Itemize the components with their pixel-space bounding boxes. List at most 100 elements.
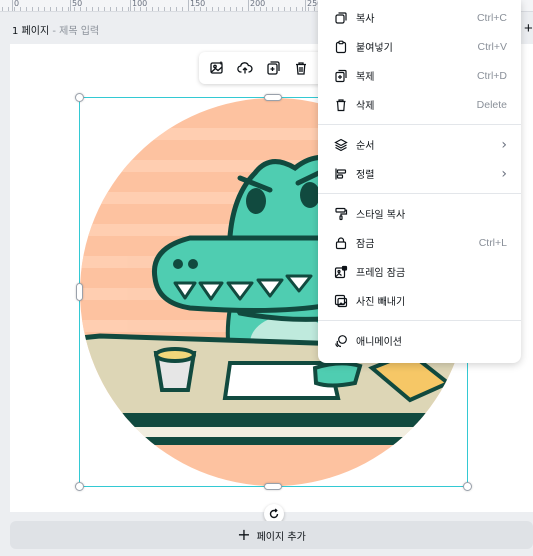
menu-item-align[interactable]: 정렬 › — [318, 159, 521, 188]
add-icon[interactable]: + — [524, 20, 533, 37]
menu-item-label: 프레임 잠금 — [356, 268, 406, 279]
ruler-label: 150 — [190, 0, 206, 8]
ruler-minor-tick — [242, 7, 243, 11]
ruler-major-tick — [70, 0, 71, 11]
resize-handle-left[interactable] — [76, 283, 83, 301]
chevron-right-icon: › — [501, 165, 507, 182]
trash-icon — [334, 98, 348, 112]
ruler-minor-tick — [266, 7, 267, 11]
ruler-minor-tick — [182, 7, 183, 11]
ruler-minor-tick — [62, 7, 63, 11]
resize-handle-top-left[interactable] — [75, 93, 84, 102]
copy-icon — [334, 11, 348, 25]
ruler-label: 200 — [250, 0, 266, 8]
menu-item-duplicate[interactable]: 복제 Ctrl+D — [318, 61, 521, 90]
ruler-minor-tick — [278, 7, 279, 11]
duplicate-page-icon[interactable] — [261, 56, 285, 80]
resize-handle-bottom-left[interactable] — [75, 482, 84, 491]
trash-icon[interactable] — [289, 56, 313, 80]
ruler-minor-tick — [188, 7, 189, 11]
menu-item-label: 삭제 — [356, 101, 375, 112]
plus-icon: + — [237, 525, 251, 544]
add-page-button[interactable]: + 페이지 추가 — [10, 521, 533, 549]
layers-icon — [334, 138, 348, 152]
ruler-minor-tick — [116, 7, 117, 11]
ruler-minor-tick — [218, 7, 219, 11]
ruler-minor-tick — [272, 7, 273, 11]
ruler-minor-tick — [56, 7, 57, 11]
ruler-minor-tick — [110, 7, 111, 11]
ruler-minor-tick — [32, 7, 33, 11]
page-label: 1 페이지 — [12, 26, 50, 37]
ruler-minor-tick — [212, 7, 213, 11]
ruler-minor-tick — [194, 7, 195, 11]
menu-divider — [318, 320, 521, 321]
cloud-upload-icon[interactable] — [233, 56, 257, 80]
image-edit-icon[interactable] — [205, 56, 229, 80]
chevron-right-icon: › — [501, 136, 507, 153]
ruler-minor-tick — [302, 7, 303, 11]
ruler-minor-tick — [104, 7, 105, 11]
ruler-minor-tick — [80, 7, 81, 11]
menu-item-copy[interactable]: 복사 Ctrl+C — [318, 3, 521, 32]
ruler-minor-tick — [158, 7, 159, 11]
menu-item-detach-image[interactable]: 사진 빼내기 — [318, 286, 521, 315]
ruler-minor-tick — [236, 7, 237, 11]
lock-icon — [334, 236, 348, 250]
menu-item-paint-roller[interactable]: 스타일 복사 — [318, 199, 521, 228]
ruler-minor-tick — [134, 7, 135, 11]
resize-handle-bottom[interactable] — [264, 483, 282, 490]
menu-item-shortcut: Ctrl+C — [476, 11, 507, 24]
menu-item-paste[interactable]: 붙여넣기 Ctrl+V — [318, 32, 521, 61]
page-header[interactable]: 1 페이지 - 제목 입력 — [12, 22, 99, 37]
paint-roller-icon — [334, 207, 348, 221]
ruler-minor-tick — [92, 7, 93, 11]
ruler-minor-tick — [74, 7, 75, 11]
menu-item-animation[interactable]: 애니메이션 — [318, 326, 521, 355]
context-menu: 복사 Ctrl+C 붙여넣기 Ctrl+V 복제 Ctrl+D 삭제 Delete 순서 › 정렬 ›… — [318, 0, 521, 363]
menu-item-layers[interactable]: 순서 › — [318, 130, 521, 159]
ruler-minor-tick — [50, 7, 51, 11]
ruler-minor-tick — [140, 7, 141, 11]
menu-item-label: 복제 — [356, 72, 375, 83]
resize-handle-bottom-right[interactable] — [463, 482, 472, 491]
menu-item-trash[interactable]: 삭제 Delete — [318, 90, 521, 119]
ruler-major-tick — [130, 0, 131, 11]
ruler-minor-tick — [26, 7, 27, 11]
menu-divider — [318, 193, 521, 194]
menu-item-label: 복사 — [356, 14, 375, 25]
ruler-minor-tick — [200, 7, 201, 11]
ruler-minor-tick — [164, 7, 165, 11]
menu-item-label: 사진 빼내기 — [356, 297, 406, 308]
ruler-minor-tick — [230, 7, 231, 11]
ruler-minor-tick — [314, 7, 315, 11]
page-title-input[interactable]: 제목 입력 — [59, 26, 99, 37]
menu-item-lock[interactable]: 잠금 Ctrl+L — [318, 228, 521, 257]
page-header-separator: - — [52, 26, 56, 37]
menu-item-shortcut: Ctrl+D — [476, 69, 507, 82]
resize-handle-top[interactable] — [264, 94, 282, 101]
menu-item-shortcut: Ctrl+L — [478, 236, 507, 249]
ruler-minor-tick — [296, 7, 297, 11]
ruler-minor-tick — [38, 7, 39, 11]
ruler-minor-tick — [98, 7, 99, 11]
ruler-minor-tick — [290, 7, 291, 11]
menu-item-frame-lock[interactable]: 프레임 잠금 — [318, 257, 521, 286]
frame-lock-icon — [334, 265, 348, 279]
animation-icon — [334, 334, 348, 348]
ruler-minor-tick — [44, 7, 45, 11]
ruler-minor-tick — [308, 7, 309, 11]
ruler-minor-tick — [170, 7, 171, 11]
ruler-major-tick — [305, 0, 306, 11]
ruler-minor-tick — [284, 7, 285, 11]
ruler-minor-tick — [8, 7, 9, 11]
menu-divider — [318, 124, 521, 125]
ruler-minor-tick — [20, 7, 21, 11]
ruler-minor-tick — [176, 7, 177, 11]
menu-item-shortcut: Delete — [476, 98, 507, 111]
add-page-label: 페이지 추가 — [256, 531, 306, 543]
menu-item-label: 순서 — [356, 141, 375, 152]
detach-image-icon — [334, 294, 348, 308]
paste-icon — [334, 40, 348, 54]
ruler-minor-tick — [14, 7, 15, 11]
